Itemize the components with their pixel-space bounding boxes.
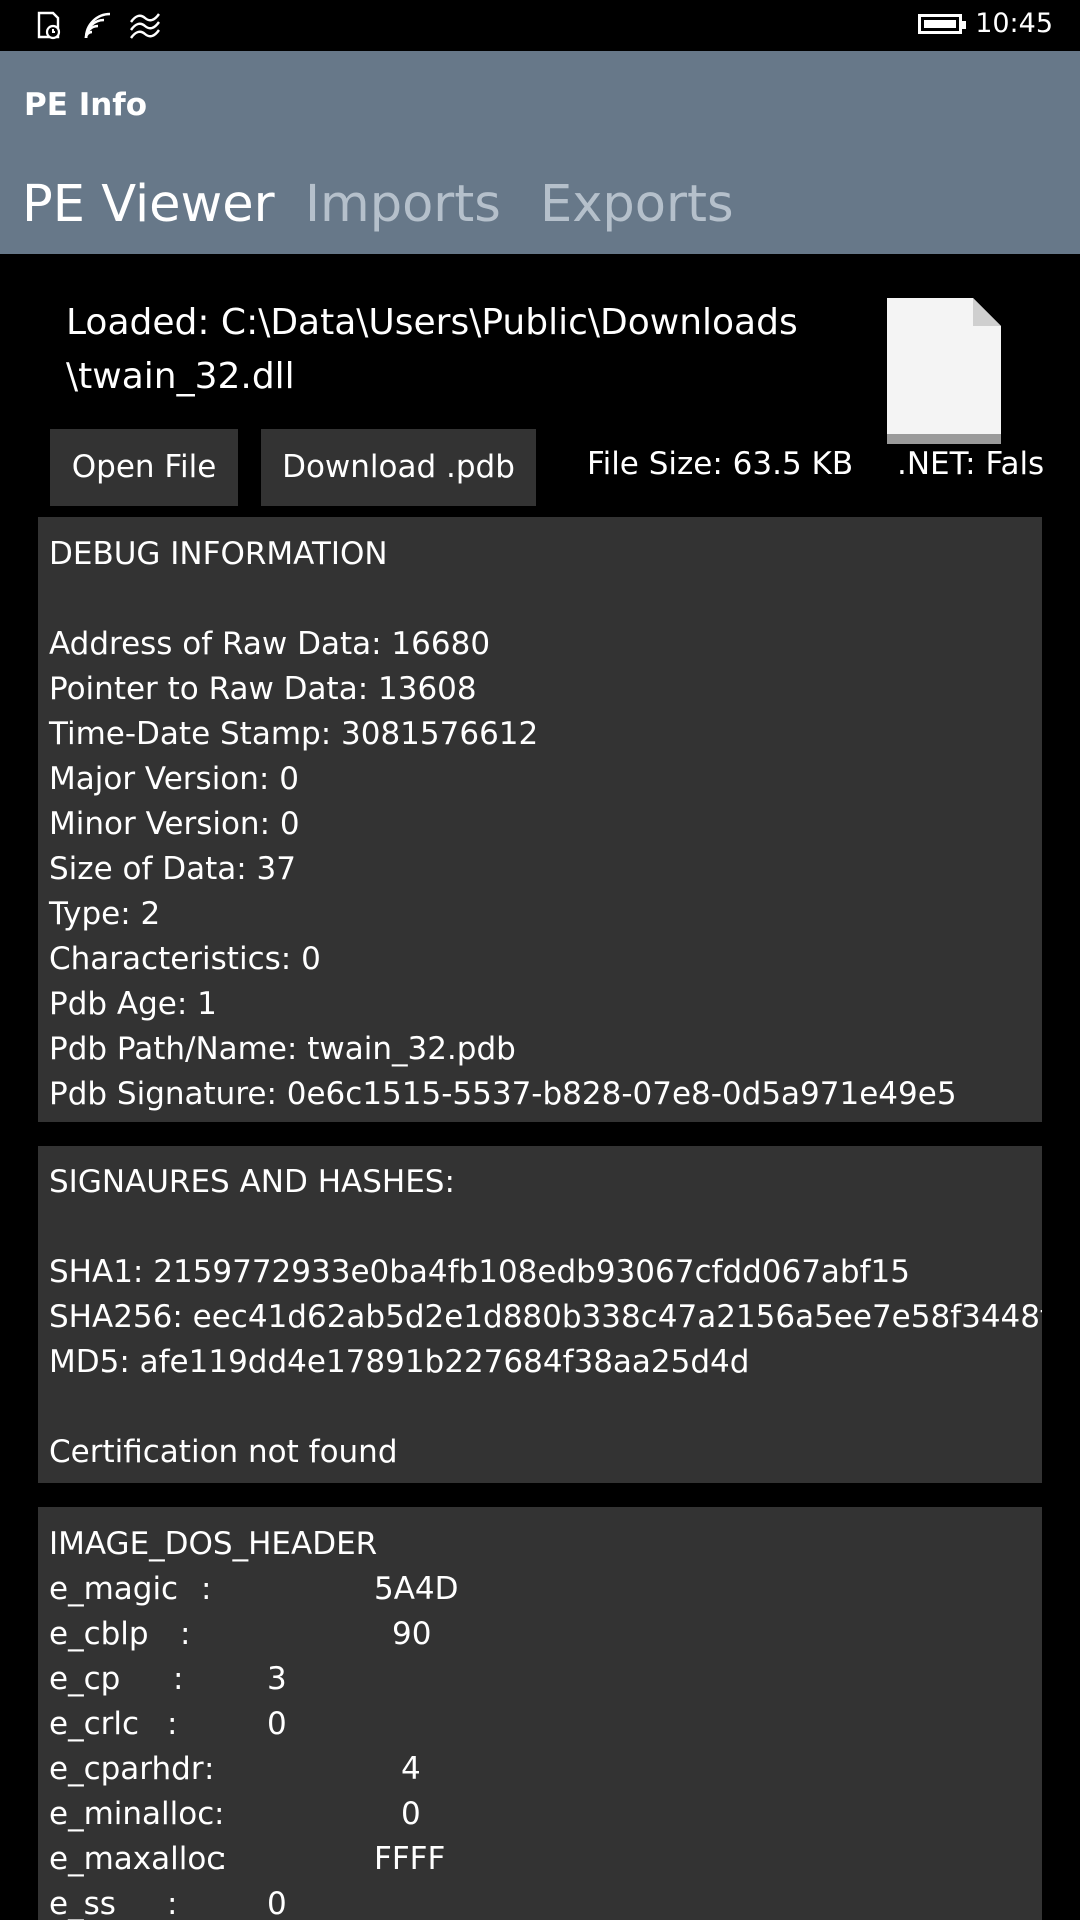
dos-field-label: e_cparhdr bbox=[49, 1751, 204, 1787]
dos-field-value: 0 bbox=[401, 1796, 421, 1832]
dos-colon: : bbox=[201, 1571, 212, 1607]
file-size: File Size: 63.5 KB bbox=[587, 446, 854, 482]
dos-colon: : bbox=[204, 1751, 215, 1787]
net-status: .NET: Fals bbox=[897, 446, 1045, 482]
debug-line: Size of Data: 37 bbox=[49, 851, 296, 887]
loaded-file-path: Loaded: C:\Data\Users\Public\Downloads \… bbox=[66, 296, 866, 404]
dos-row: e_ss : 0 bbox=[49, 1882, 1042, 1920]
dos-header-title: IMAGE_DOS_HEADER bbox=[49, 1526, 378, 1562]
sha1-hash: SHA1: 2159772933e0ba4fb108edb93067cfdd06… bbox=[49, 1254, 910, 1290]
clock: 10:45 bbox=[975, 8, 1053, 39]
dos-field-label: e_crlc bbox=[49, 1706, 140, 1742]
dos-colon: : bbox=[167, 1886, 178, 1920]
dos-field-value: 90 bbox=[392, 1616, 432, 1652]
debug-line: Minor Version: 0 bbox=[49, 806, 300, 842]
hashes-title: SIGNAURES AND HASHES: bbox=[49, 1164, 455, 1200]
dos-row: e_minalloc : 0 bbox=[49, 1792, 1042, 1837]
loaded-path-line-1: Loaded: C:\Data\Users\Public\Downloads bbox=[66, 302, 798, 343]
dos-row: e_cparhdr : 4 bbox=[49, 1747, 1042, 1792]
dos-row: e_maxalloc : FFFF bbox=[49, 1837, 1042, 1882]
debug-line: Type: 2 bbox=[49, 896, 161, 932]
debug-line: Characteristics: 0 bbox=[49, 941, 321, 977]
debug-line: Major Version: 0 bbox=[49, 761, 299, 797]
tab-pe-viewer[interactable]: PE Viewer bbox=[22, 179, 275, 230]
dos-row: e_magic : 5A4D bbox=[49, 1567, 1042, 1612]
dos-colon: : bbox=[173, 1661, 184, 1697]
loaded-path-line-2: \twain_32.dll bbox=[66, 356, 295, 397]
dos-field-value: 4 bbox=[401, 1751, 421, 1787]
signal-icon bbox=[84, 12, 111, 39]
dos-colon: : bbox=[180, 1616, 191, 1652]
status-bar: 10:45 bbox=[0, 0, 1080, 51]
battery-icon bbox=[918, 14, 966, 34]
notification-icon bbox=[37, 11, 61, 40]
certification-status: Certification not found bbox=[49, 1434, 398, 1470]
app-header: PE Info PE Viewer Imports Exports bbox=[0, 51, 1080, 254]
dos-field-value: 0 bbox=[267, 1706, 287, 1742]
hashes-panel: SIGNAURES AND HASHES: SHA1: 2159772933e0… bbox=[38, 1146, 1042, 1483]
download-pdb-button[interactable]: Download .pdb bbox=[261, 429, 536, 506]
md5-hash: MD5: afe119dd4e17891b227684f38aa25d4d bbox=[49, 1344, 750, 1380]
dos-colon: : bbox=[167, 1706, 178, 1742]
dos-field-label: e_cblp bbox=[49, 1616, 149, 1652]
dos-field-value: 0 bbox=[267, 1886, 287, 1920]
dos-field-value: 5A4D bbox=[374, 1571, 459, 1607]
wifi-icon bbox=[130, 13, 160, 39]
sha256-hash: SHA256: eec41d62ab5d2e1d880b338c47a2156a… bbox=[49, 1299, 1042, 1335]
debug-line: Pdb Age: 1 bbox=[49, 986, 217, 1022]
dos-field-label: e_ss bbox=[49, 1886, 116, 1920]
file-icon bbox=[887, 298, 1001, 444]
dos-field-label: e_magic bbox=[49, 1571, 179, 1607]
debug-line: Pointer to Raw Data: 13608 bbox=[49, 671, 477, 707]
dos-field-value: FFFF bbox=[374, 1841, 446, 1877]
dos-field-label: e_minalloc bbox=[49, 1796, 215, 1832]
dos-row: e_crlc : 0 bbox=[49, 1702, 1042, 1747]
tab-exports[interactable]: Exports bbox=[540, 179, 734, 230]
dos-field-label: e_cp bbox=[49, 1661, 121, 1697]
dos-field-label: e_maxalloc bbox=[49, 1841, 224, 1877]
debug-info-panel: DEBUG INFORMATION Address of Raw Data: 1… bbox=[38, 517, 1042, 1122]
debug-line: Address of Raw Data: 16680 bbox=[49, 626, 491, 662]
dos-colon: : bbox=[217, 1841, 228, 1877]
debug-line: Time-Date Stamp: 3081576612 bbox=[49, 716, 539, 752]
tab-imports[interactable]: Imports bbox=[305, 179, 501, 230]
dos-row: e_cp : 3 bbox=[49, 1657, 1042, 1702]
dos-colon: : bbox=[214, 1796, 225, 1832]
debug-line: Pdb Path/Name: twain_32.pdb bbox=[49, 1031, 516, 1067]
dos-header-panel: IMAGE_DOS_HEADER e_magic : 5A4D e_cblp :… bbox=[38, 1507, 1042, 1920]
dos-field-value: 3 bbox=[267, 1661, 287, 1697]
dos-row: e_cblp : 90 bbox=[49, 1612, 1042, 1657]
open-file-button[interactable]: Open File bbox=[50, 429, 238, 506]
debug-title: DEBUG INFORMATION bbox=[49, 536, 388, 572]
debug-line: Pdb Signature: 0e6c1515-5537-b828-07e8-0… bbox=[49, 1076, 957, 1112]
app-title: PE Info bbox=[24, 87, 148, 123]
